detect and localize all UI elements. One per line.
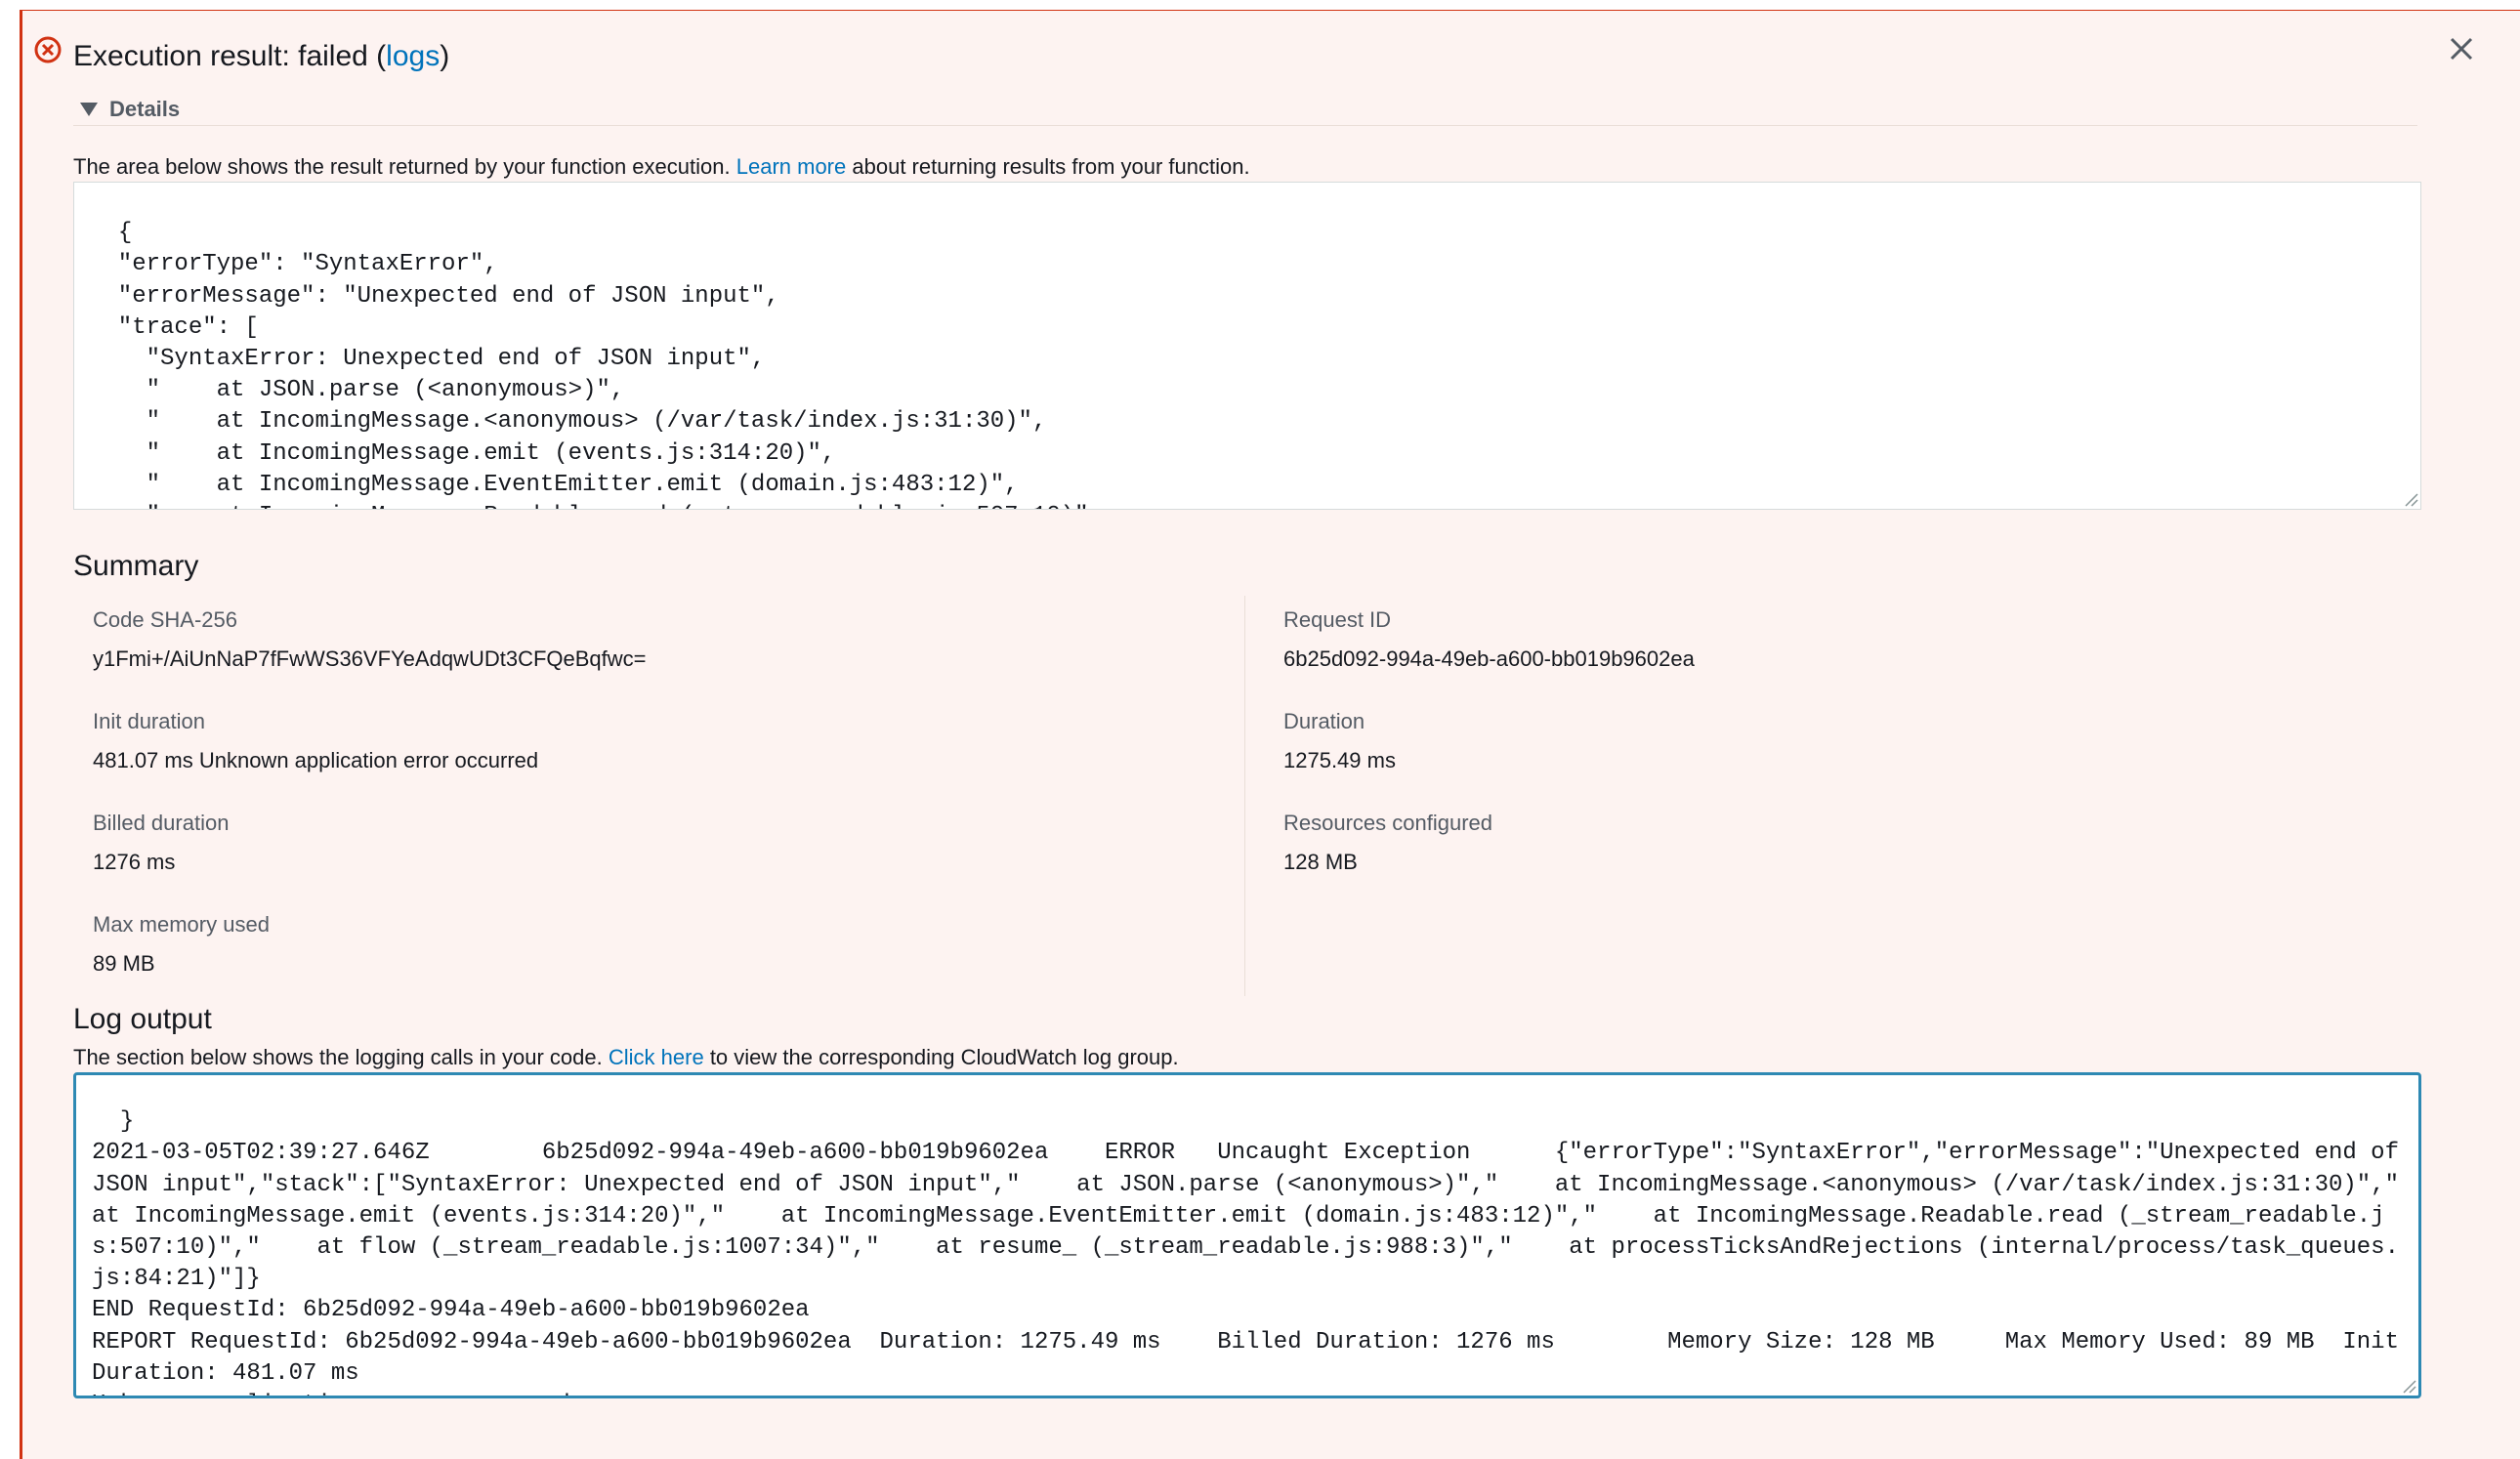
billed-duration-label: Billed duration [93,811,230,835]
details-toggle[interactable]: Details [80,90,180,129]
learn-more-link[interactable]: Learn more [736,154,847,179]
request-id-label: Request ID [1283,607,1392,632]
init-duration-label: Init duration [93,709,205,733]
billed-duration-value: 1276 ms [93,850,176,874]
resize-handle-icon[interactable] [2401,1378,2416,1394]
summary-heading: Summary [73,550,199,582]
code-sha-value: y1Fmi+/AiUnNaP7fFwWS36VFYeAdqwUDt3CFQeBq… [93,646,647,671]
resources-value: 128 MB [1283,850,1358,874]
column-divider [1244,596,1245,996]
caret-down-icon [80,103,98,116]
code-sha-label: Code SHA-256 [93,607,237,632]
result-description: The area below shows the result returned… [73,154,1250,179]
request-id-value: 6b25d092-994a-49eb-a600-bb019b9602ea [1283,646,1695,671]
log-output-heading: Log output [73,1003,212,1035]
result-title: Execution result: failed (logs) [73,40,450,72]
divider [73,125,2417,126]
log-output-textarea[interactable]: } 2021-03-05T02:39:27.646Z 6b25d092-994a… [73,1072,2421,1398]
close-icon[interactable] [2442,29,2481,68]
logs-link[interactable]: logs [386,40,440,72]
init-duration-value: 481.07 ms Unknown application error occu… [93,748,539,772]
duration-value: 1275.49 ms [1283,748,1396,772]
max-memory-label: Max memory used [93,912,270,937]
max-memory-value: 89 MB [93,951,155,976]
resize-handle-icon[interactable] [2403,491,2418,507]
result-textarea[interactable]: { "errorType": "SyntaxError", "errorMess… [73,182,2421,510]
duration-label: Duration [1283,709,1365,733]
error-circle-icon [34,36,62,63]
log-description: The section below shows the logging call… [73,1045,1179,1069]
cloudwatch-link[interactable]: Click here [609,1045,704,1069]
resources-label: Resources configured [1283,811,1493,835]
